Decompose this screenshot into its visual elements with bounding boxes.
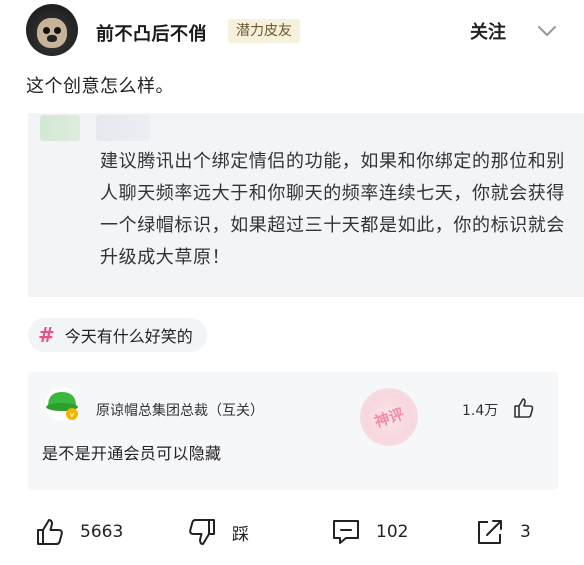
share-button[interactable]: 3 [474, 516, 531, 548]
comment-icon [333, 520, 359, 544]
blurred-name [96, 115, 150, 141]
thumbs-up-icon [37, 519, 63, 545]
comment-count: 102 [376, 522, 409, 542]
topic-chip[interactable]: # 今天有什么好笑的 [28, 318, 207, 352]
author-name[interactable]: 前不凸后不俏 [96, 20, 207, 46]
svg-text:v: v [70, 410, 75, 419]
dislike-label: 踩 [232, 524, 249, 545]
author-avatar[interactable] [26, 4, 78, 56]
dislike-button[interactable]: 踩 [186, 516, 249, 548]
post-header: 前不凸后不俏 潜力皮友 关注 [0, 0, 584, 62]
quote-text: 建议腾讯出个绑定情侣的功能，如果和你绑定的那位和别人聊天频率远大于和你聊天的频率… [100, 151, 565, 268]
top-comment-card[interactable] [28, 372, 558, 490]
thumbs-up-icon[interactable] [512, 396, 536, 420]
like-button[interactable]: 5663 [34, 516, 123, 548]
share-icon [478, 520, 502, 544]
post-text: 这个创意怎么样。 [26, 76, 174, 97]
comment-like-count: 1.4万 [462, 403, 499, 419]
chevron-down-icon[interactable] [536, 20, 558, 42]
hashtag-icon: # [38, 323, 55, 347]
follow-button[interactable]: 关注 [470, 18, 506, 44]
author-badge: 潜力皮友 [228, 19, 300, 43]
comment-text: 是不是开通会员可以隐藏 [42, 444, 222, 463]
like-count: 5663 [80, 522, 124, 542]
comment-button[interactable]: 102 [330, 516, 408, 548]
dog-face [37, 18, 67, 48]
green-hat-avatar-icon[interactable]: v [44, 386, 80, 422]
thumbs-down-icon [189, 519, 215, 545]
comment-author[interactable]: 原谅帽总集团总裁（互关） [96, 400, 264, 420]
share-count: 3 [520, 522, 531, 542]
topic-label: 今天有什么好笑的 [64, 327, 193, 346]
blurred-avatar [40, 115, 80, 141]
